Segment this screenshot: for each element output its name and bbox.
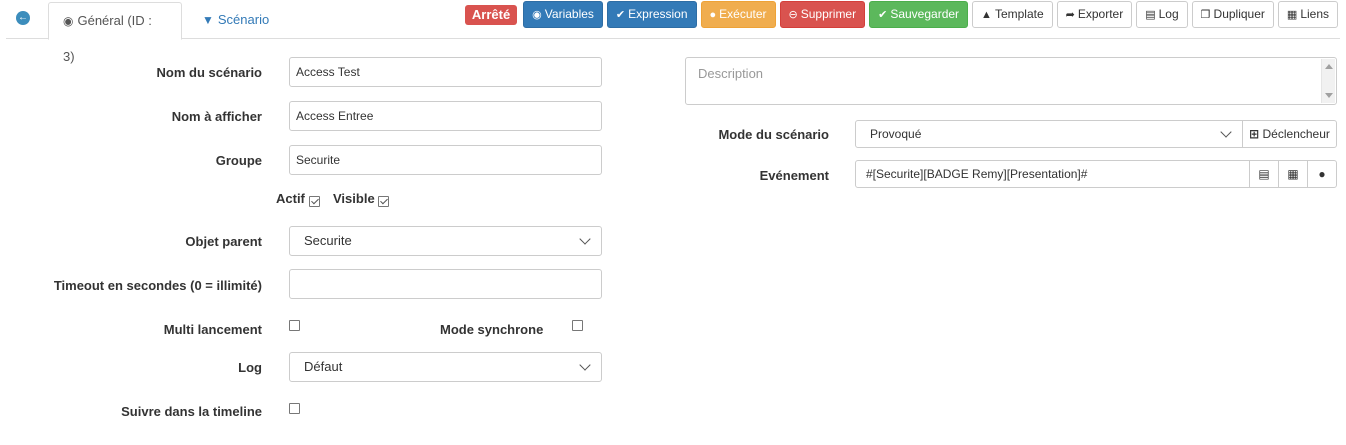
check-circle-icon: ✔ xyxy=(878,9,888,21)
timeout-label: Timeout en secondes (0 = illimité) xyxy=(53,278,262,293)
sync-mode-checkbox[interactable] xyxy=(572,320,583,331)
minus-circle-icon[interactable]: ● xyxy=(1307,160,1337,188)
tachometer-icon: ◉ xyxy=(63,14,74,28)
log-value: Défaut xyxy=(304,359,343,374)
description-textarea[interactable]: Description xyxy=(685,57,1337,105)
delete-button-label: Supprimer xyxy=(800,7,857,21)
chevron-down-icon xyxy=(579,233,591,245)
state-badge: Arrêté xyxy=(464,5,518,25)
scenario-name-label: Nom du scénario xyxy=(156,65,262,80)
scenario-toolbar: Arrêté ◉ Variables ✔ Expression ● Exécuter … xyxy=(464,1,1338,28)
display-name-input[interactable]: Access Entree xyxy=(289,101,602,131)
template-button[interactable]: ▲ Template xyxy=(972,1,1053,28)
display-name-label: Nom à afficher xyxy=(171,109,262,124)
event-label: Evénement xyxy=(759,168,829,183)
timeout-input[interactable] xyxy=(289,269,602,299)
execute-button-label: Exécuter xyxy=(719,7,767,21)
save-button-label: Sauvegarder xyxy=(890,7,960,21)
actif-checkbox[interactable] xyxy=(309,196,320,207)
links-button-label: Liens xyxy=(1300,7,1329,21)
gamepad-icon: ● xyxy=(709,9,717,21)
tab-scenario[interactable]: ▼ Scénario xyxy=(188,2,283,40)
timeline-label: Suivre dans la timeline xyxy=(121,404,262,419)
parent-object-value: Securite xyxy=(304,233,352,248)
expression-button[interactable]: ✔ Expression xyxy=(606,1,697,28)
template-button-label: Template xyxy=(994,7,1044,21)
tab-general[interactable]: ◉ Général (ID : 3) xyxy=(48,2,182,64)
links-button[interactable]: ▦ Liens xyxy=(1277,1,1338,28)
eye-icon: ◉ xyxy=(532,9,542,21)
multi-launch-label: Multi lancement xyxy=(163,322,262,337)
arrow-circle-left-icon[interactable]: ← xyxy=(16,11,30,25)
scenario-mode-label: Mode du scénario xyxy=(718,127,829,142)
log-label: Log xyxy=(238,360,262,375)
file-text-icon: ▤ xyxy=(1145,9,1156,21)
actif-label: Actif xyxy=(276,191,305,206)
filter-icon: ▼ xyxy=(202,13,214,27)
delete-button[interactable]: ⊖ Supprimer xyxy=(779,1,866,28)
cubes-icon: ▲ xyxy=(981,9,992,21)
save-button[interactable]: ✔ Sauvegarder xyxy=(869,1,969,28)
plus-square-icon: ⊞ xyxy=(1249,127,1260,141)
sitemap-icon: ▦ xyxy=(1286,9,1298,21)
multi-launch-checkbox[interactable] xyxy=(289,320,300,331)
tab-scenario-label: Scénario xyxy=(217,12,270,27)
log-button[interactable]: ▤ Log xyxy=(1136,1,1188,28)
expression-button-label: Expression xyxy=(628,7,688,21)
textarea-scrollbar[interactable] xyxy=(1321,59,1335,103)
scenario-name-input[interactable]: Access Test xyxy=(289,57,602,87)
log-select[interactable]: Défaut xyxy=(289,352,602,382)
copy-icon: ❐ xyxy=(1200,9,1211,21)
visible-label: Visible xyxy=(333,191,375,206)
trigger-add-button[interactable]: ⊞ Déclencheur xyxy=(1242,120,1337,148)
timeline-checkbox[interactable] xyxy=(289,403,300,414)
parent-object-label: Objet parent xyxy=(185,234,262,249)
list-alt-icon[interactable]: ▤ xyxy=(1249,160,1279,188)
duplicate-button[interactable]: ❐ Dupliquer xyxy=(1191,1,1274,28)
variables-button-label: Variables xyxy=(544,7,594,21)
export-button-label: Exporter xyxy=(1077,7,1124,21)
chevron-down-icon xyxy=(1220,126,1232,138)
export-button[interactable]: ➦ Exporter xyxy=(1056,1,1133,28)
chevron-down-icon xyxy=(579,359,591,371)
scenario-mode-value: Provoqué xyxy=(870,127,922,141)
sync-mode-label: Mode synchrone xyxy=(440,322,544,337)
scenario-mode-select[interactable]: Provoqué xyxy=(855,120,1243,148)
execute-button[interactable]: ● Exécuter xyxy=(700,1,776,28)
visible-checkbox[interactable] xyxy=(378,196,389,207)
scroll-up-icon[interactable] xyxy=(1325,64,1333,69)
trigger-add-button-label: Déclencheur xyxy=(1262,127,1330,141)
group-label: Groupe xyxy=(215,153,262,168)
group-input[interactable]: Securite xyxy=(289,145,602,175)
calculator-icon[interactable]: ▦ xyxy=(1278,160,1308,188)
parent-object-select[interactable]: Securite xyxy=(289,226,602,256)
minus-circle-icon: ⊖ xyxy=(788,9,798,21)
share-icon: ➦ xyxy=(1065,9,1075,21)
description-placeholder: Description xyxy=(698,66,764,81)
event-input[interactable]: #[Securite][BADGE Remy][Presentation]# xyxy=(855,160,1250,188)
variables-button[interactable]: ◉ Variables xyxy=(523,1,603,28)
duplicate-button-label: Dupliquer xyxy=(1213,7,1265,21)
tab-general-label: Général (ID : 3) xyxy=(63,13,152,64)
log-button-label: Log xyxy=(1158,7,1179,21)
check-icon: ✔ xyxy=(615,9,626,21)
scroll-down-icon[interactable] xyxy=(1325,93,1333,98)
